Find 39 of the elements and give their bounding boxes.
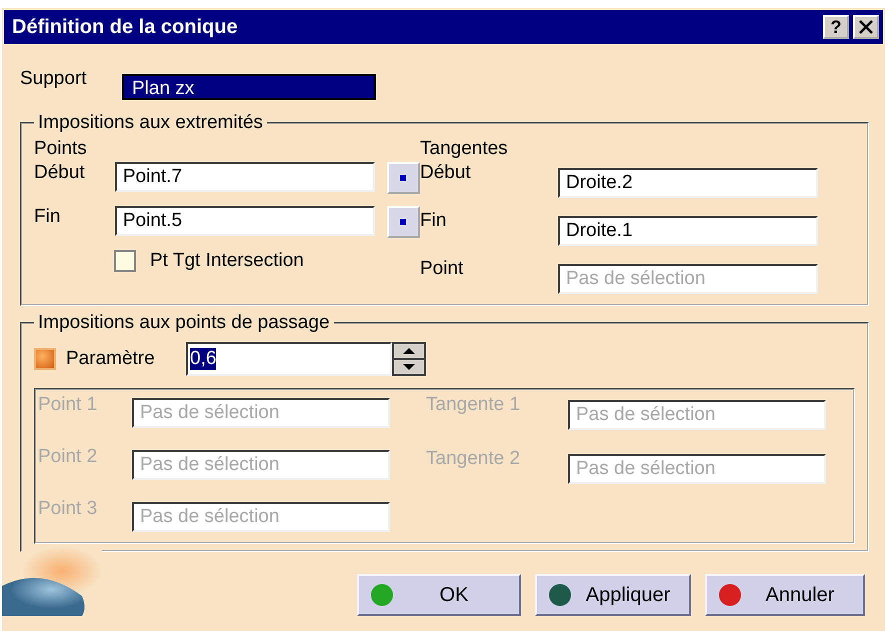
field-label: Point [420, 258, 464, 280]
tangent-label: Tangente 2 [426, 448, 522, 470]
support-field[interactable]: Plan zx [122, 74, 376, 100]
checkbox[interactable] [34, 348, 56, 370]
tangent-field[interactable]: Droite.2 [558, 168, 818, 198]
group-title: Impositions aux points de passage [37, 312, 331, 334]
point-label: Point 2 [38, 446, 98, 468]
field-label: Début [34, 162, 86, 184]
tangent-field[interactable]: Droite.1 [558, 216, 818, 246]
up-arrow-icon [403, 348, 415, 354]
dialog-button[interactable]: Annuler [705, 574, 865, 616]
tangent-label: Tangente 1 [426, 394, 522, 416]
field-label: Fin [34, 206, 62, 228]
point-label: Point 1 [38, 394, 98, 416]
down-arrow-button[interactable] [394, 360, 424, 374]
select-point-button[interactable] [386, 206, 420, 238]
field-label: Début [420, 162, 472, 184]
select-point-button[interactable] [386, 162, 420, 194]
point-field[interactable]: Point.7 [114, 162, 375, 192]
tangents-heading: Tangentes [420, 138, 509, 160]
dialog-button[interactable]: OK [357, 574, 521, 616]
points-heading: Points [34, 138, 88, 160]
up-arrow-button[interactable] [394, 344, 424, 358]
parameter-label: Paramètre [66, 348, 156, 370]
checkbox-label: Pt Tgt Intersection [150, 250, 304, 272]
close-button[interactable] [853, 15, 879, 39]
point-label: Point 3 [38, 498, 98, 520]
group-title: Impositions aux extremités [37, 112, 264, 134]
window-title: Définition de la conique [12, 16, 239, 38]
down-arrow-icon [403, 364, 415, 370]
checkbox[interactable] [114, 250, 136, 272]
point-field[interactable]: Point.5 [114, 206, 375, 236]
support-label: Support [20, 68, 88, 90]
help-button[interactable]: ? [823, 15, 849, 39]
dialog-button[interactable]: Appliquer [535, 574, 691, 616]
parameter-field[interactable]: 0,6 [186, 342, 392, 376]
field-label: Fin [420, 210, 448, 232]
close-icon [858, 20, 874, 34]
tangent-field[interactable]: Pas de sélection [558, 264, 818, 294]
